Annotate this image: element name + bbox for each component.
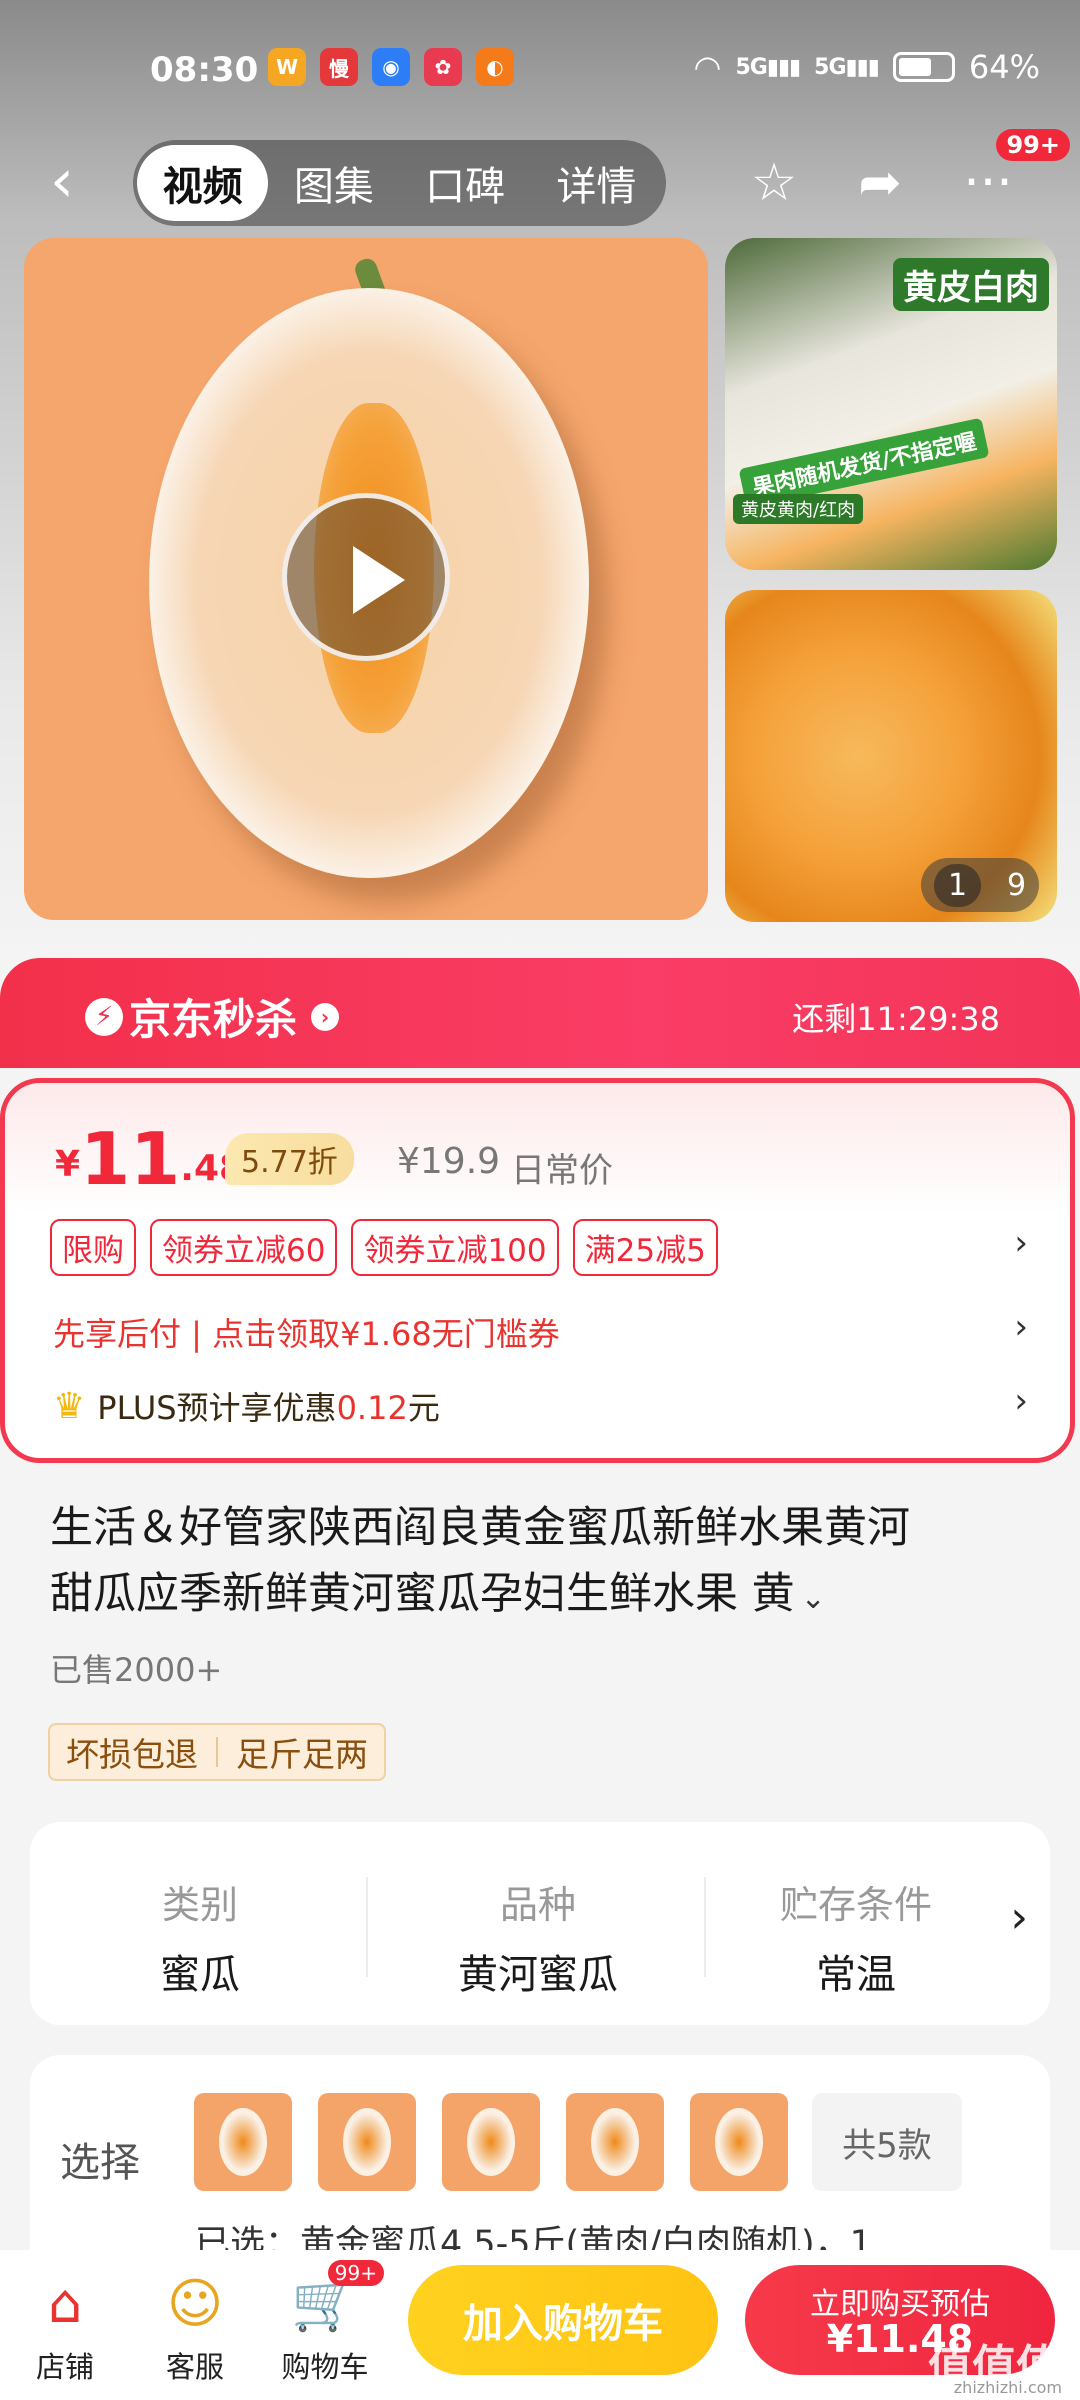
share-icon[interactable]: ➦ bbox=[848, 153, 912, 217]
star-favorite-icon[interactable]: ☆ bbox=[742, 153, 806, 217]
signal-icon-2: 5G▮▮▮ bbox=[814, 54, 880, 80]
news-app-icon: ✿ bbox=[424, 48, 462, 86]
add-to-cart-button[interactable]: 加入购物车 bbox=[408, 2265, 718, 2375]
notification-icons: W 慢 ◉ ✿ ◐ bbox=[268, 48, 514, 86]
gallery-counter: 1 9 bbox=[921, 858, 1039, 912]
coupon-tag[interactable]: 满25减5 bbox=[572, 1219, 718, 1276]
original-price: ¥19.9 bbox=[397, 1141, 501, 1182]
tab-reviews[interactable]: 口碑 bbox=[400, 145, 531, 221]
top-navigation: ‹ 视频 图集 口碑 详情 ☆ ➦ ··· 99+ bbox=[0, 129, 1080, 230]
store-icon: ⌂ bbox=[47, 2271, 83, 2335]
battery-percent: 64% bbox=[968, 48, 1040, 86]
watermark-url: zhizhizhi.com bbox=[953, 2378, 1062, 2397]
price-card: ¥ 11 .48 5.77折 ¥19.9 日常价 限购 领券立减60 领券立减1… bbox=[0, 1078, 1075, 1463]
status-time: 08:30 bbox=[150, 50, 259, 90]
variant-thumb[interactable] bbox=[318, 2093, 416, 2191]
lightning-icon: ⚡ bbox=[85, 997, 123, 1036]
thumb-tag: 黄皮黄肉/红肉 bbox=[733, 494, 864, 524]
variant-thumb[interactable] bbox=[194, 2093, 292, 2191]
chevron-right-icon[interactable]: › bbox=[1010, 1892, 1028, 1943]
customer-service-button[interactable]: ☺ 客服 bbox=[140, 2268, 250, 2386]
variant-thumb[interactable] bbox=[442, 2093, 540, 2191]
plus-row[interactable]: ♛ PLUS预计享优惠0.12元 bbox=[53, 1383, 440, 1429]
wifi-icon: ◠ bbox=[693, 48, 722, 86]
baidu-icon: ◉ bbox=[372, 48, 410, 86]
variant-thumb[interactable] bbox=[566, 2093, 664, 2191]
original-price-label: 日常价 bbox=[511, 1151, 613, 1191]
attribute-item: 品种 黄河蜜瓜 bbox=[458, 1883, 618, 1998]
expand-chevron-icon[interactable]: ⌄ bbox=[801, 1581, 826, 1616]
notification-app-icon: 慢 bbox=[320, 48, 358, 86]
cart-icon: 🛒 99+ bbox=[290, 2260, 384, 2338]
coupon-tag[interactable]: 领券立减100 bbox=[351, 1219, 559, 1276]
countdown: 还剩11:29:38 bbox=[792, 1000, 1000, 1038]
gallery-thumb-2[interactable]: 1 9 bbox=[725, 590, 1057, 922]
coupon-tag[interactable]: 限购 bbox=[50, 1219, 136, 1276]
coupon-list[interactable]: 限购 领券立减60 领券立减100 满25减5 bbox=[50, 1219, 718, 1276]
variant-count[interactable]: 共5款 bbox=[812, 2093, 962, 2191]
seckill-banner[interactable]: ⚡ 京东秒杀 › 还剩11:29:38 bbox=[0, 958, 1080, 1068]
battery-icon bbox=[892, 52, 955, 82]
coupon-chevron-icon[interactable]: › bbox=[1014, 1223, 1028, 1263]
current-price: ¥ 11 .48 bbox=[55, 1117, 245, 1201]
cart-badge: 99+ bbox=[327, 2260, 384, 2286]
media-tabs: 视频 图集 口碑 详情 bbox=[133, 140, 666, 226]
thumb-label: 黄皮白肉 bbox=[893, 258, 1049, 311]
variant-selector[interactable]: 选择 共5款 已选：黄金蜜瓜4.5-5斤(黄肉/白肉随机)，1 bbox=[30, 2055, 1050, 2264]
crown-icon: ♛ bbox=[53, 1385, 86, 1427]
status-bar: 08:30 W 慢 ◉ ✿ ◐ ◠ 5G▮▮▮ 5G▮▮▮ 64% bbox=[0, 40, 1080, 110]
tab-details[interactable]: 详情 bbox=[531, 145, 662, 221]
seckill-title: ⚡ 京东秒杀 › bbox=[85, 986, 340, 1047]
sold-count: 已售2000+ bbox=[50, 1651, 223, 1689]
cart-button[interactable]: 🛒 99+ 购物车 bbox=[270, 2260, 384, 2386]
select-label: 选择 bbox=[60, 2140, 140, 2186]
pay-later-row[interactable]: 先享后付 | 点击领取¥1.68无门槛券 bbox=[53, 1309, 560, 1355]
signal-icon-1: 5G▮▮▮ bbox=[735, 54, 801, 80]
browser-app-icon: ◐ bbox=[476, 48, 514, 86]
tab-video[interactable]: 视频 bbox=[137, 145, 269, 221]
main-video[interactable] bbox=[24, 238, 708, 920]
coupon-tag[interactable]: 领券立减60 bbox=[150, 1219, 338, 1276]
service-tags[interactable]: 坏损包退 足斤足两 bbox=[48, 1723, 386, 1781]
chevron-right-icon: › bbox=[311, 1002, 340, 1031]
weibo-icon: W bbox=[268, 48, 306, 86]
discount-badge: 5.77折 bbox=[225, 1133, 354, 1185]
attribute-item: 类别 蜜瓜 bbox=[160, 1883, 240, 1998]
gallery-thumb-1[interactable]: 黄皮白肉 果肉随机发货/不指定喔 黄皮黄肉/红肉 bbox=[725, 238, 1057, 570]
customer-service-icon: ☺ bbox=[166, 2271, 224, 2335]
store-button[interactable]: ⌂ 店铺 bbox=[10, 2268, 120, 2386]
attribute-item: 贮存条件 常温 bbox=[779, 1883, 932, 1998]
product-title[interactable]: 生活＆好管家陕西阎良黄金蜜瓜新鲜水果黄河 甜瓜应季新鲜黄河蜜瓜孕妇生鲜水果 黄 ⌄ bbox=[50, 1495, 1040, 1632]
bottom-action-bar: ⌂ 店铺 ☺ 客服 🛒 99+ 购物车 加入购物车 立即购买预估 ¥11.48 bbox=[0, 2250, 1080, 2400]
back-icon[interactable]: ‹ bbox=[50, 151, 110, 213]
tab-gallery[interactable]: 图集 bbox=[268, 145, 399, 221]
play-icon[interactable] bbox=[282, 493, 450, 661]
plus-chevron-icon[interactable]: › bbox=[1014, 1381, 1028, 1421]
more-icon[interactable]: ··· bbox=[956, 153, 1020, 217]
pay-later-chevron-icon[interactable]: › bbox=[1014, 1307, 1028, 1347]
status-right: ◠ 5G▮▮▮ 5G▮▮▮ 64% bbox=[694, 48, 1040, 86]
message-badge: 99+ bbox=[996, 129, 1070, 161]
variant-thumb[interactable] bbox=[690, 2093, 788, 2191]
attributes-card[interactable]: 类别 蜜瓜 品种 黄河蜜瓜 贮存条件 常温 › bbox=[30, 1822, 1050, 2025]
